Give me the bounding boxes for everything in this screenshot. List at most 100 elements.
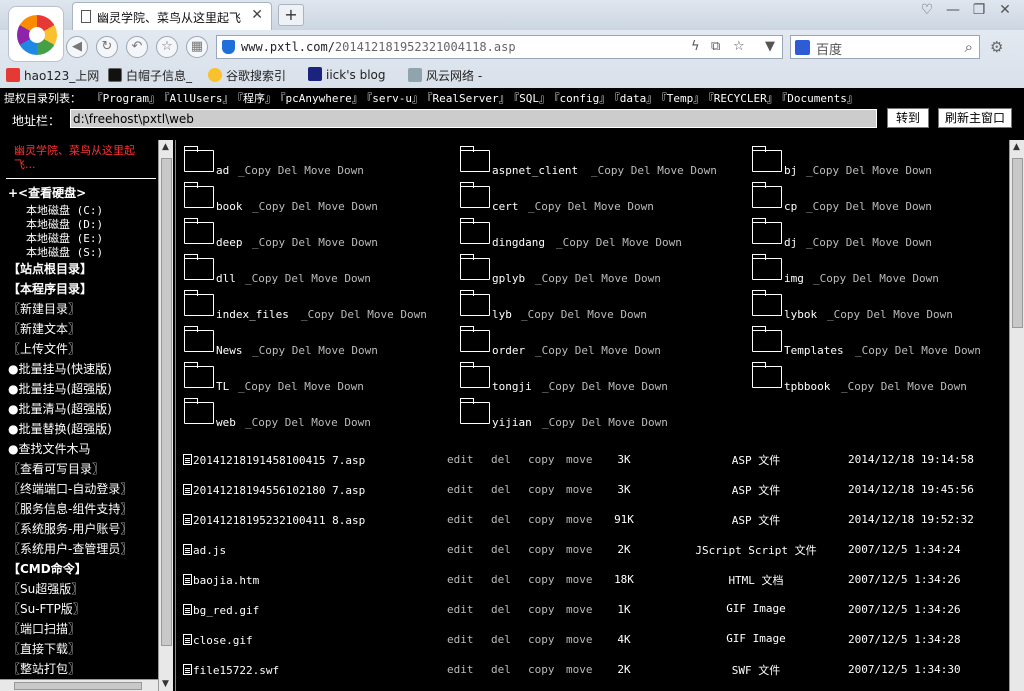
folder-icon[interactable] (184, 182, 214, 208)
folder-action-link[interactable]: Move (587, 308, 614, 321)
file-action-link[interactable]: move (566, 633, 593, 646)
refresh-icon[interactable]: ↻ (96, 36, 118, 58)
folder-action-link[interactable]: Down (690, 164, 717, 177)
file-action-link[interactable]: edit (447, 513, 474, 526)
folder-action-link[interactable]: Move (921, 344, 948, 357)
back-icon[interactable]: ◀ (66, 36, 88, 58)
scroll-thumb[interactable] (14, 682, 142, 690)
folder-icon[interactable] (184, 218, 214, 244)
folder-action-link[interactable]: Down (641, 380, 668, 393)
folder-icon[interactable] (184, 254, 214, 280)
main-scrollbar[interactable]: ▲ (1009, 140, 1024, 691)
folder-icon[interactable] (460, 398, 490, 424)
folder-icon[interactable] (184, 362, 214, 388)
folder-action-link[interactable]: Down (905, 236, 932, 249)
folder-action-link[interactable]: Del (596, 236, 616, 249)
file-action-link[interactable]: del (491, 453, 511, 466)
sidebar-link[interactable]: 〖系统服务-用户账号〗 (8, 520, 132, 537)
folder-action-link[interactable]: Move (367, 308, 394, 321)
scroll-thumb[interactable] (1012, 158, 1023, 328)
dir-link[interactable]: 『RealServer』 (427, 92, 510, 105)
folder-action-link[interactable]: Move (318, 344, 345, 357)
folder-action-link[interactable]: Move (657, 164, 684, 177)
file-action-link[interactable]: move (566, 513, 593, 526)
dir-link[interactable]: 『pcAnywhere』 (280, 92, 363, 105)
file-name[interactable]: 20141218194556102180 7.asp (193, 484, 365, 497)
folder-action-link[interactable]: Move (311, 416, 338, 429)
file-action-link[interactable]: edit (447, 543, 474, 556)
file-action-link[interactable]: edit (447, 603, 474, 616)
folder-action-link[interactable]: _Copy (556, 236, 589, 249)
folder-action-link[interactable]: Del (575, 344, 595, 357)
folder-icon[interactable] (460, 218, 490, 244)
folder-action-link[interactable]: Down (954, 344, 981, 357)
folder-icon[interactable] (184, 146, 214, 172)
folder-action-link[interactable]: Down (634, 272, 661, 285)
folder-action-link[interactable]: Down (926, 308, 953, 321)
folder-icon[interactable] (752, 362, 782, 388)
file-action-link[interactable]: move (566, 453, 593, 466)
sidebar-link[interactable]: 〖上传文件〗 (8, 340, 80, 357)
folder-action-link[interactable]: Del (867, 308, 887, 321)
file-action-link[interactable]: edit (447, 573, 474, 586)
folder-action-link[interactable]: Del (846, 200, 866, 213)
folder-action-link[interactable]: _Copy (252, 344, 285, 357)
folder-action-link[interactable]: Down (634, 344, 661, 357)
folder-action-link[interactable]: _Copy (528, 200, 561, 213)
folder-icon[interactable] (752, 218, 782, 244)
file-action-link[interactable]: del (491, 543, 511, 556)
folder-icon[interactable] (752, 254, 782, 280)
dropdown-icon[interactable]: ▼ (765, 39, 775, 54)
folder-icon[interactable] (752, 146, 782, 172)
sidebar-link[interactable]: 〖查看可写目录〗 (8, 460, 104, 477)
folder-action-link[interactable]: Del (285, 272, 305, 285)
folder-action-link[interactable]: Move (608, 416, 635, 429)
folder-action-link[interactable]: Down (337, 380, 364, 393)
folder-action-link[interactable]: Move (622, 236, 649, 249)
scroll-thumb[interactable] (161, 158, 172, 646)
file-action-link[interactable]: del (491, 633, 511, 646)
file-name[interactable]: 20141218191458100415 7.asp (193, 454, 365, 467)
file-action-link[interactable]: copy (528, 573, 555, 586)
sidebar-link[interactable]: ●批量替换(超强版) (8, 420, 112, 437)
disk-toggle[interactable]: +<查看硬盘> (8, 184, 86, 201)
favorite-item[interactable]: hao123_上网 (6, 67, 99, 84)
folder-action-link[interactable]: _Copy (806, 164, 839, 177)
folder-name[interactable]: cert (492, 200, 519, 213)
skin-icon[interactable]: ♡ (914, 2, 940, 18)
folder-action-link[interactable]: Down (627, 200, 654, 213)
folder-action-link[interactable]: Move (872, 200, 899, 213)
folder-name[interactable]: News (216, 344, 243, 357)
folder-name[interactable]: tongji (492, 380, 532, 393)
path-input[interactable] (70, 109, 877, 128)
refresh-main-button[interactable]: 刷新主窗口 (938, 108, 1012, 128)
file-action-link[interactable]: move (566, 573, 593, 586)
folder-action-link[interactable]: Down (905, 164, 932, 177)
folder-name[interactable]: tpbbook (784, 380, 830, 393)
folder-action-link[interactable]: Move (311, 272, 338, 285)
folder-action-link[interactable]: _Copy (521, 308, 554, 321)
dir-link[interactable]: 『AllUsers』 (164, 92, 233, 105)
folder-action-link[interactable]: Del (575, 272, 595, 285)
folder-action-link[interactable]: _Copy (535, 344, 568, 357)
file-action-link[interactable]: del (491, 573, 511, 586)
folder-action-link[interactable]: Move (907, 380, 934, 393)
folder-action-link[interactable]: Move (893, 308, 920, 321)
file-name[interactable]: ad.js (193, 544, 226, 557)
sidebar-link[interactable]: 〖服务信息-组件支持〗 (8, 500, 132, 517)
folder-name[interactable]: dll (216, 272, 236, 285)
folder-action-link[interactable]: Del (278, 380, 298, 393)
folder-icon[interactable] (184, 290, 214, 316)
file-name[interactable]: close.gif (193, 634, 253, 647)
sidebar-link[interactable]: 〖Su超强版〗 (8, 580, 83, 597)
folder-icon[interactable] (460, 254, 490, 280)
folder-action-link[interactable]: Move (304, 380, 331, 393)
folder-action-link[interactable]: Move (318, 236, 345, 249)
folder-action-link[interactable]: Move (304, 164, 331, 177)
folder-action-link[interactable]: Del (278, 164, 298, 177)
folder-action-link[interactable]: Move (318, 200, 345, 213)
folder-action-link[interactable]: _Copy (806, 200, 839, 213)
search-icon[interactable]: ⌕ (965, 38, 973, 56)
file-action-link[interactable]: edit (447, 663, 474, 676)
folder-action-link[interactable]: Del (582, 380, 602, 393)
